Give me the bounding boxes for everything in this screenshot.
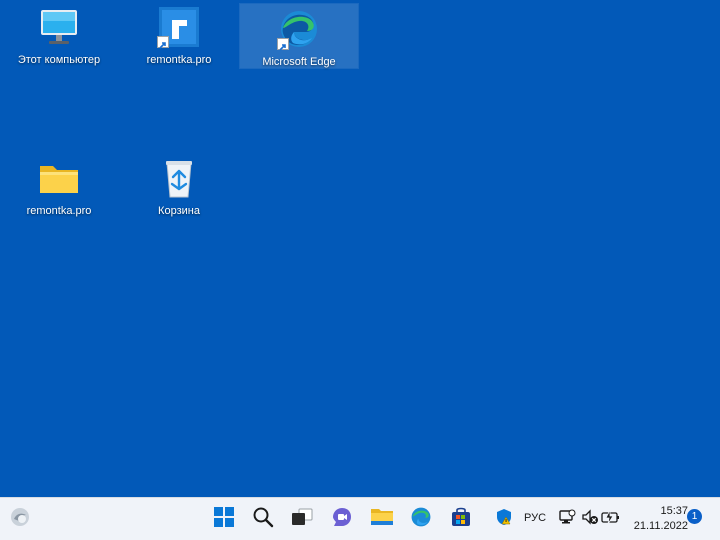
desktop-icon-label: Корзина (158, 205, 200, 217)
clock-date: 21.11.2022 (633, 520, 688, 532)
search-button[interactable] (248, 504, 278, 534)
chat-icon (331, 506, 353, 533)
battery-icon (601, 508, 621, 531)
network-tray-button[interactable] (557, 504, 577, 534)
desktop-icon-edge-shortcut[interactable]: Microsoft Edge (239, 3, 359, 69)
file-explorer-icon (370, 506, 394, 533)
chat-button[interactable] (327, 504, 357, 534)
task-view-button[interactable] (287, 504, 317, 534)
desktop-icon-recycle-bin[interactable]: Корзина (120, 153, 238, 217)
volume-tray-button[interactable] (580, 504, 600, 534)
desktop-icon-label: Этот компьютер (17, 54, 101, 66)
shield-warning-icon (495, 508, 513, 531)
security-tray-button[interactable] (492, 504, 516, 534)
desktop[interactable]: Этот компьютер remontka.pro Microsoft Ed… (0, 0, 720, 497)
desktop-icon-this-pc[interactable]: Этот компьютер (0, 2, 118, 66)
shortcut-arrow-icon (277, 38, 289, 51)
volume-muted-icon (581, 508, 599, 531)
language-indicator[interactable]: РУС (524, 512, 546, 524)
file-explorer-button[interactable] (367, 504, 397, 534)
edge-taskbar-button[interactable] (406, 504, 436, 534)
desktop-icon-remontka-shortcut[interactable]: remontka.pro (120, 2, 238, 66)
desktop-icon-label: Microsoft Edge (262, 56, 336, 68)
desktop-icon-label: remontka.pro (146, 54, 212, 66)
desktop-icon-label: remontka.pro (26, 205, 92, 217)
taskbar: РУС 15:37 21.11.2022 1 (0, 497, 720, 540)
start-icon (213, 506, 235, 533)
desktop-icon-remontka-folder[interactable]: remontka.pro (0, 153, 118, 217)
notification-badge[interactable]: 1 (687, 509, 702, 524)
widgets-icon (9, 506, 31, 533)
start-button[interactable] (209, 504, 239, 534)
remontka-app-icon (157, 6, 201, 49)
clock[interactable]: 15:37 21.11.2022 (626, 504, 688, 534)
widgets-button[interactable] (5, 504, 35, 534)
edge-icon (410, 506, 432, 533)
store-icon (450, 506, 472, 533)
search-icon (252, 506, 274, 533)
network-icon (558, 508, 576, 531)
recycle-bin-icon (157, 157, 201, 199)
battery-tray-button[interactable] (600, 504, 622, 534)
store-button[interactable] (446, 504, 476, 534)
task-view-icon (290, 506, 314, 533)
monitor-icon (37, 6, 81, 48)
clock-time: 15:37 (660, 505, 688, 517)
folder-icon (37, 157, 81, 199)
shortcut-arrow-icon (157, 36, 169, 49)
edge-icon (277, 8, 321, 51)
